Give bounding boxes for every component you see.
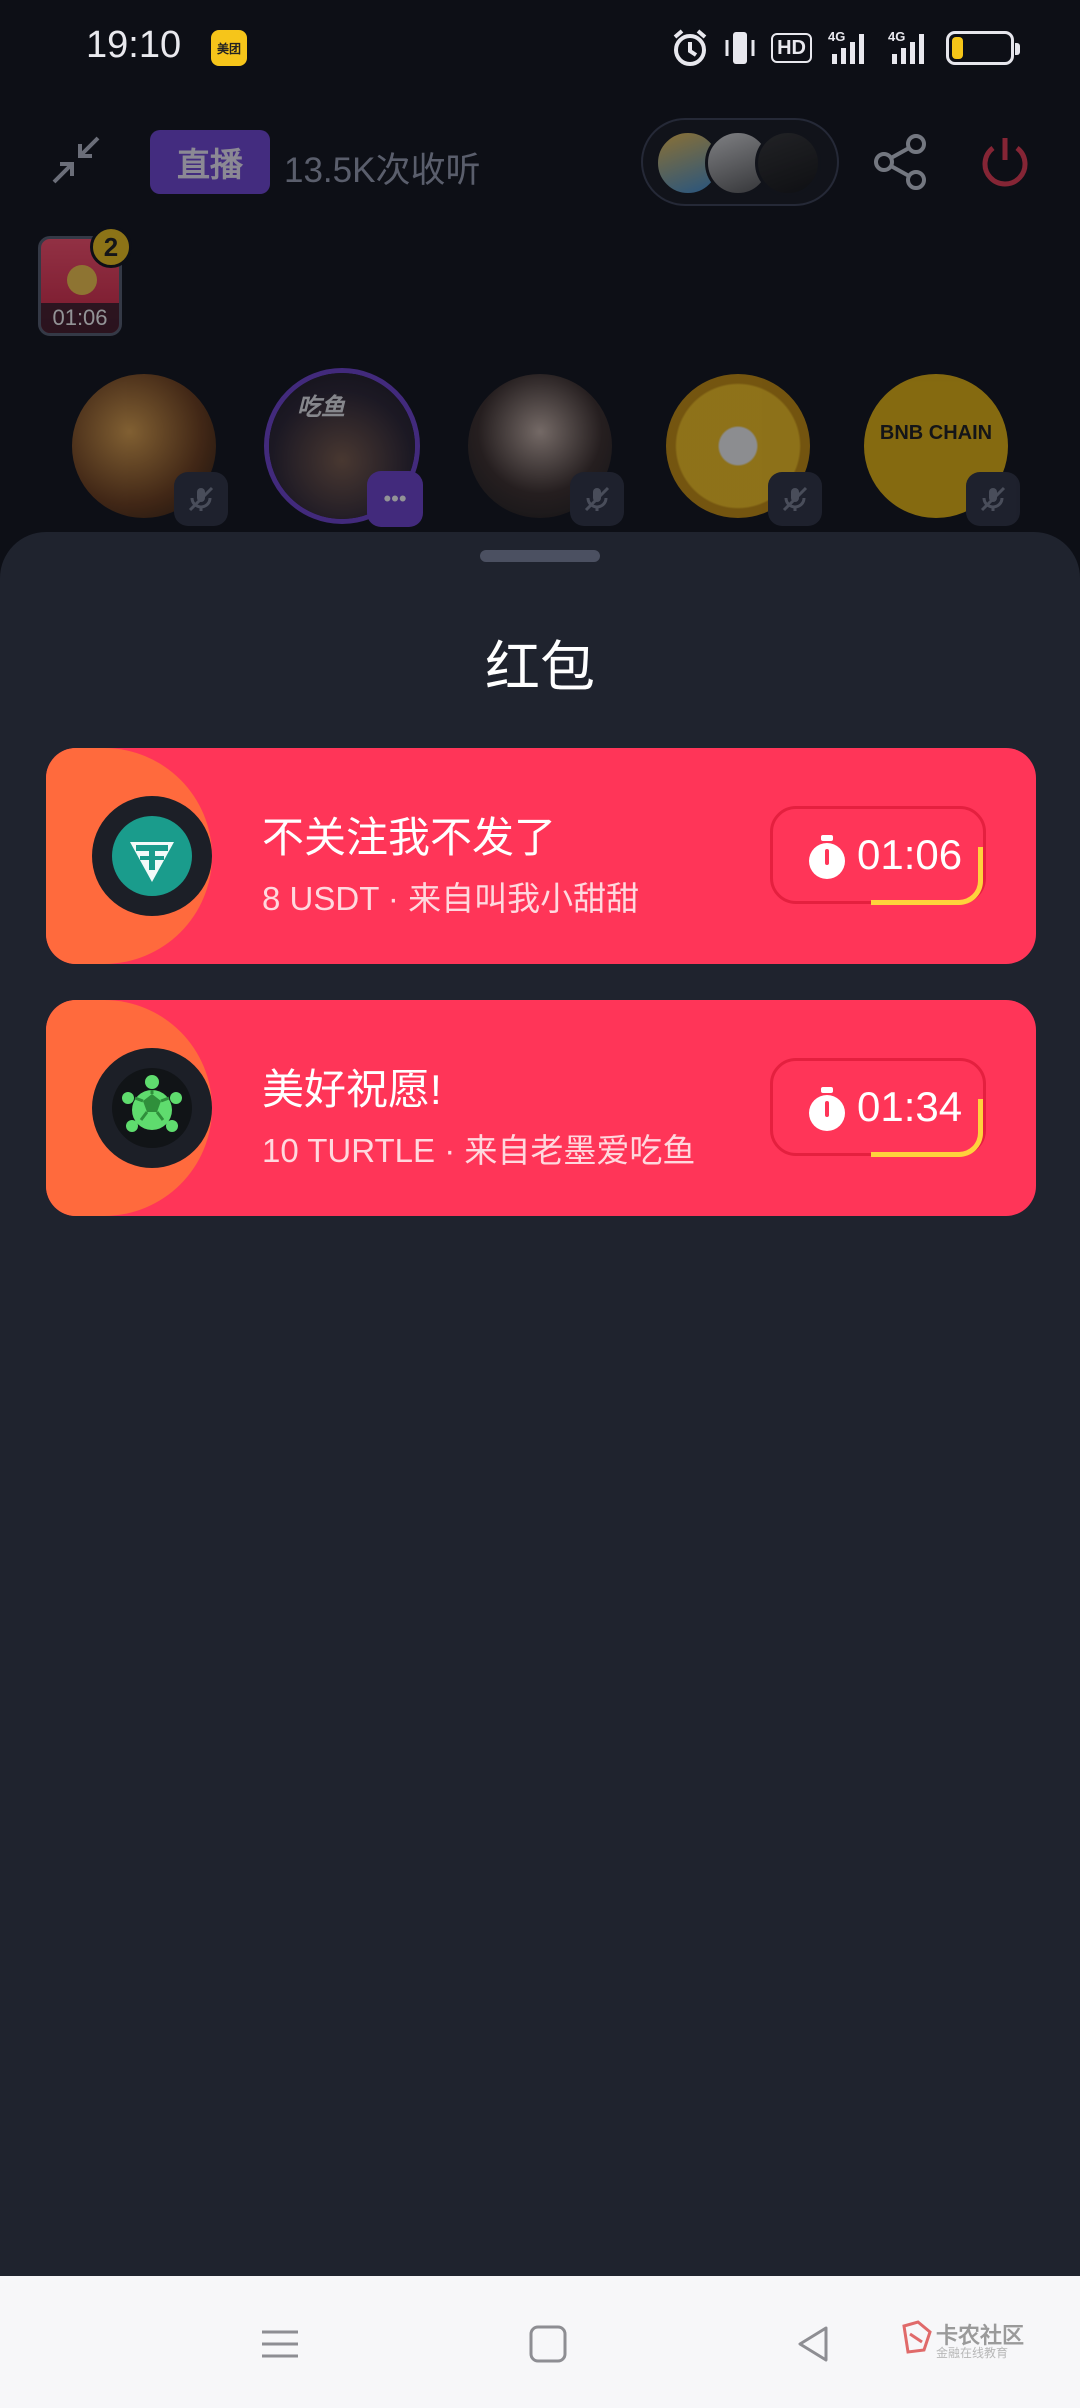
countdown-timer: 01:34: [770, 1058, 986, 1157]
meituan-notification-icon: 美团: [211, 30, 247, 66]
speaker-seat-2[interactable]: 吃鱼 •••: [264, 368, 423, 527]
mic-muted-icon: [768, 472, 822, 526]
network-label-2: 4G: [888, 29, 905, 44]
watermark-logo-icon: [902, 2320, 932, 2354]
listen-count: 13.5K次收听: [284, 151, 481, 190]
packet-count-badge: 2: [90, 226, 132, 268]
share-icon[interactable]: [870, 132, 930, 192]
stopwatch-icon: [809, 1087, 845, 1131]
avatar-caption: 吃鱼: [297, 394, 345, 421]
battery-level: [952, 37, 964, 59]
battery-icon: [946, 31, 1020, 65]
mini-packet-timer: 01:06: [41, 303, 119, 333]
back-icon[interactable]: [786, 2316, 842, 2372]
avatar: [755, 130, 821, 196]
speaker-seat-3[interactable]: [468, 374, 624, 526]
speaker-seat-4[interactable]: [666, 374, 822, 526]
red-packet-sheet: 红包 不关注我不发了 8 USDT · 来自叫我小甜甜 01:06 美好祝愿! …: [0, 532, 1080, 2276]
status-time: 19:10: [86, 24, 182, 66]
hd-voice-icon: HD: [771, 33, 812, 63]
signal-4g-icon-2: 4G: [886, 28, 932, 68]
mic-muted-icon: [570, 472, 624, 526]
timer-text: 01:06: [857, 831, 963, 878]
stopwatch-icon: [809, 835, 845, 879]
timer-text: 01:34: [857, 1083, 963, 1130]
signal-4g-icon-1: 4G: [826, 28, 872, 68]
usdt-token-icon: [92, 796, 212, 916]
network-label-1: 4G: [828, 29, 845, 44]
red-packet-card[interactable]: 不关注我不发了 8 USDT · 来自叫我小甜甜 01:06: [46, 748, 1036, 964]
speaker-seat-5[interactable]: BNB CHAIN: [864, 374, 1020, 526]
packet-title: 美好祝愿!: [262, 1066, 442, 1113]
speaker-seat-1[interactable]: [72, 374, 228, 526]
packet-title: 不关注我不发了: [262, 814, 557, 861]
more-icon: •••: [367, 471, 423, 527]
watermark: 卡农社区 金融在线教育: [900, 2318, 1024, 2368]
home-icon[interactable]: [520, 2316, 576, 2372]
turtle-token-icon: [92, 1048, 212, 1168]
status-bar: 19:10 美团 HD 4G 4G: [0, 0, 1080, 96]
vibrate-icon: [723, 28, 757, 68]
leave-room-icon[interactable]: [975, 132, 1035, 192]
drag-handle[interactable]: [480, 550, 600, 562]
countdown-timer: 01:06: [770, 806, 986, 905]
live-badge: 直播: [150, 130, 270, 194]
red-packet-card[interactable]: 美好祝愿! 10 TURTLE · 来自老墨爱吃鱼 01:34: [46, 1000, 1036, 1216]
mic-muted-icon: [174, 472, 228, 526]
avatar-caption: BNB CHAIN: [879, 422, 993, 444]
collapse-icon[interactable]: [46, 130, 106, 190]
menu-icon[interactable]: [252, 2316, 308, 2372]
packet-subtitle: 10 TURTLE · 来自老墨爱吃鱼: [262, 1132, 696, 1169]
mic-muted-icon: [966, 472, 1020, 526]
alarm-icon: [671, 28, 709, 68]
system-nav-bar: 卡农社区 金融在线教育: [0, 2276, 1080, 2408]
packet-subtitle: 8 USDT · 来自叫我小甜甜: [262, 880, 640, 917]
watermark-subtext: 金融在线教育: [936, 2346, 1009, 2360]
voice-room-background: 直播 13.5K次收听 01:06 2 吃鱼 ••• BNB CHAIN: [0, 96, 1080, 556]
status-icons: HD 4G 4G: [671, 26, 1020, 70]
sheet-title: 红包: [484, 636, 595, 698]
coin-icon: [67, 265, 97, 295]
listeners-avatars[interactable]: [641, 118, 839, 206]
